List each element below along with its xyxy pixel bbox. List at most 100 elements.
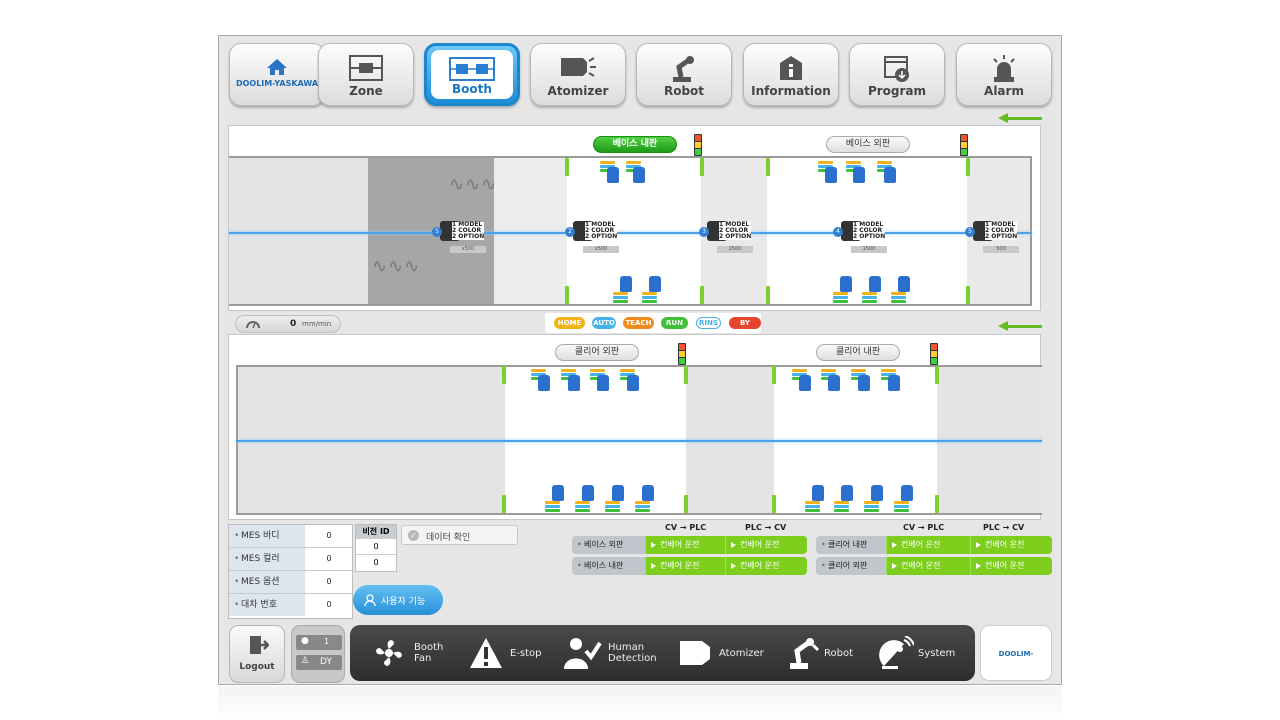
carrier-option: 2 OPTION bbox=[719, 233, 752, 240]
nav-alarm[interactable]: Alarm bbox=[956, 43, 1052, 106]
alarm-icon bbox=[993, 55, 1015, 82]
dock-estop[interactable]: E-stop bbox=[464, 625, 544, 681]
paint-robot-icon[interactable] bbox=[600, 159, 622, 187]
conveyor-run-button[interactable]: 컨베어 운전 bbox=[970, 557, 1052, 575]
zone-boundary bbox=[772, 495, 776, 513]
paint-robot-icon[interactable] bbox=[864, 485, 886, 513]
atomizer-icon bbox=[561, 57, 596, 77]
paint-robot-icon[interactable] bbox=[545, 485, 567, 513]
data-check-button[interactable]: ✓ 데이터 확인 bbox=[401, 525, 518, 545]
speedometer-icon bbox=[246, 321, 260, 329]
user-function-button[interactable]: 사용자 기능 bbox=[353, 585, 443, 615]
mes-body-value: 0 bbox=[326, 531, 332, 540]
zone-label-lower-1[interactable]: 클리어 외판 bbox=[555, 344, 639, 361]
paint-robot-icon[interactable] bbox=[635, 485, 657, 513]
carrier[interactable]: 3 1 MODEL 2 COLOR 2 OPTION 2500 bbox=[699, 221, 759, 255]
conveyor-run-button[interactable]: 컨베어 운전 bbox=[886, 536, 970, 554]
paint-robot-icon[interactable] bbox=[862, 276, 884, 304]
carrier[interactable]: 5 1 MODEL 2 COLOR 2 OPTION x500 bbox=[432, 221, 492, 255]
mes-color-value: 0 bbox=[326, 554, 332, 563]
paint-robot-icon[interactable] bbox=[620, 367, 642, 395]
zone-label-upper-2[interactable]: 베이스 외판 bbox=[826, 136, 910, 153]
nav-zone[interactable]: Zone bbox=[318, 43, 414, 106]
zone-label-lower-2[interactable]: 클리어 내판 bbox=[816, 344, 900, 361]
mes-option-value: 0 bbox=[326, 577, 332, 586]
cv-to-plc-header: CV → PLC bbox=[665, 523, 707, 532]
dock-system-label: System bbox=[918, 648, 956, 659]
dock-human-detection[interactable]: Human Detection bbox=[562, 625, 662, 681]
zone-boundary bbox=[966, 286, 970, 304]
dock-booth-fan-label2: Fan bbox=[414, 653, 432, 664]
nav-information-label: Information bbox=[751, 84, 831, 98]
paint-robot-icon[interactable] bbox=[834, 485, 856, 513]
carrier-count: 2500 bbox=[717, 246, 753, 253]
user-name-icon: ♙ bbox=[301, 656, 310, 666]
legend-rins: RINS bbox=[696, 317, 721, 329]
paint-robot-icon[interactable] bbox=[561, 367, 583, 395]
carrier-info: 1 MODEL 2 COLOR 2 OPTION bbox=[452, 222, 485, 240]
speed-value: 0 bbox=[290, 319, 297, 329]
carrier-count: x500 bbox=[583, 246, 619, 253]
carrier-info: 1 MODEL 2 COLOR 2 OPTION bbox=[985, 222, 1018, 240]
user-icon bbox=[364, 594, 376, 606]
dock-human-label: Human bbox=[608, 642, 645, 653]
carrier[interactable]: 4 1 MODEL 2 COLOR 2 OPTION 1500 bbox=[833, 221, 893, 255]
nav-program[interactable]: Program bbox=[849, 43, 945, 106]
carrier-number: 5 bbox=[965, 227, 975, 237]
zone-label-upper-1[interactable]: 베이스 내판 bbox=[593, 136, 677, 153]
upper-buffer-zone bbox=[229, 158, 368, 304]
heat-wave-icon: ∿∿∿ bbox=[372, 256, 421, 277]
paint-robot-icon[interactable] bbox=[846, 159, 868, 187]
vision-id-header: 비전 ID bbox=[356, 525, 396, 539]
dock-atomizer[interactable]: Atomizer bbox=[676, 625, 768, 681]
paint-robot-icon[interactable] bbox=[590, 367, 612, 395]
conveyor-run-button[interactable]: 컨베어 운전 bbox=[725, 557, 807, 575]
nav-robot[interactable]: Robot bbox=[636, 43, 732, 106]
paint-robot-icon[interactable] bbox=[792, 367, 814, 395]
logout-button[interactable]: Logout bbox=[229, 625, 285, 683]
paint-robot-icon[interactable] bbox=[877, 159, 899, 187]
conveyor-zone-name: 클리어 외판 bbox=[816, 557, 886, 575]
conveyor-run-button[interactable]: 컨베어 운전 bbox=[645, 557, 725, 575]
conveyor-run-button[interactable]: 컨베어 운전 bbox=[970, 536, 1052, 554]
paint-robot-icon[interactable] bbox=[642, 276, 664, 304]
conveyor-track-upper bbox=[229, 232, 1032, 234]
conveyor-run-button[interactable]: 컨베어 운전 bbox=[886, 557, 970, 575]
dock-booth-fan[interactable]: Booth Fan bbox=[368, 625, 450, 681]
dock-system[interactable]: System bbox=[876, 625, 960, 681]
paint-robot-icon[interactable] bbox=[613, 276, 635, 304]
paint-robot-icon[interactable] bbox=[605, 485, 627, 513]
screen-reflection bbox=[218, 686, 1062, 720]
information-icon bbox=[780, 56, 802, 80]
logout-icon bbox=[250, 636, 269, 654]
conveyor-run-button[interactable]: 컨베어 운전 bbox=[645, 536, 725, 554]
nav-booth[interactable]: Booth bbox=[424, 43, 520, 106]
dock-robot[interactable]: Robot bbox=[784, 625, 864, 681]
nav-information[interactable]: Information bbox=[743, 43, 839, 106]
signal-tower-icon bbox=[678, 343, 686, 365]
carrier-info: 1 MODEL 2 COLOR 2 OPTION bbox=[719, 222, 752, 240]
paint-robot-icon[interactable] bbox=[894, 485, 916, 513]
paint-robot-icon[interactable] bbox=[821, 367, 843, 395]
conveyor-track-lower bbox=[236, 440, 1042, 442]
paint-robot-icon[interactable] bbox=[575, 485, 597, 513]
conveyor-zone-name: 베이스 외판 bbox=[572, 536, 645, 554]
paint-robot-icon[interactable] bbox=[626, 159, 648, 187]
conveyor-run-button[interactable]: 컨베어 운전 bbox=[725, 536, 807, 554]
paint-robot-icon[interactable] bbox=[805, 485, 827, 513]
carrier-count: 500 bbox=[983, 246, 1019, 253]
paint-robot-icon[interactable] bbox=[531, 367, 553, 395]
paint-robot-icon[interactable] bbox=[818, 159, 840, 187]
nav-atomizer[interactable]: Atomizer bbox=[530, 43, 626, 106]
home-button[interactable]: DOOLIM-YASKAWA bbox=[229, 43, 325, 106]
carrier[interactable]: 5 1 MODEL 2 COLOR 2 OPTION 500 bbox=[965, 221, 1025, 255]
carrier[interactable]: 2 1 MODEL 2 COLOR 2 OPTION x500 bbox=[565, 221, 625, 255]
nav-program-label: Program bbox=[867, 84, 927, 98]
paint-robot-icon[interactable] bbox=[881, 367, 903, 395]
paint-robot-icon[interactable] bbox=[851, 367, 873, 395]
paint-robot-icon[interactable] bbox=[833, 276, 855, 304]
vision-id-value: 0 bbox=[356, 539, 396, 555]
paint-robot-icon[interactable] bbox=[891, 276, 913, 304]
data-check-label: 데이터 확인 bbox=[426, 533, 471, 543]
carrier-option: 2 OPTION bbox=[452, 233, 485, 240]
